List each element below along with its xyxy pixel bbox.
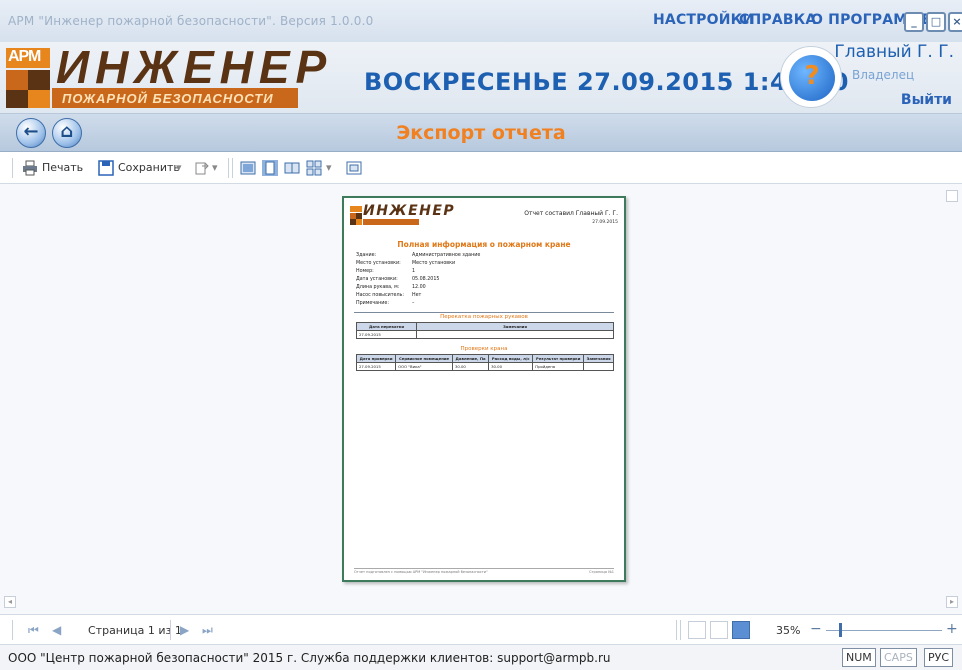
minimize-button[interactable]: _ xyxy=(904,12,924,32)
logo-arm: АРМ xyxy=(8,48,41,65)
status-bar: ООО "Центр пожарной безопасности" 2015 г… xyxy=(0,645,962,670)
last-page-button[interactable]: ⏭ xyxy=(202,623,213,638)
zoom-slider-track[interactable] xyxy=(826,630,942,631)
save-icon[interactable] xyxy=(98,160,114,176)
report-footer: Отчет подготовлен с помощью АРМ "Инженер… xyxy=(354,568,614,574)
question-icon: ? xyxy=(789,55,835,101)
language-indicator: РУС xyxy=(924,648,954,667)
zoom-out-button[interactable]: − xyxy=(810,621,822,637)
toolbar-grip xyxy=(12,158,13,178)
user-role: Владелец xyxy=(852,68,915,82)
back-button[interactable]: ← xyxy=(16,118,46,148)
hose-rolling-table: Дата перекатки Замечания 27.09.2015 xyxy=(356,322,614,339)
print-button[interactable]: Печать xyxy=(42,161,83,174)
field-row: Насос повыситель: Нет xyxy=(356,293,422,298)
logo-title: ИНЖЕНЕР xyxy=(56,41,333,93)
multi-page-dropdown-arrow[interactable]: ▾ xyxy=(326,161,332,174)
two-pages-icon[interactable] xyxy=(284,160,300,176)
status-text: ООО "Центр пожарной безопасности" 2015 г… xyxy=(8,651,611,665)
zoom-whole-page-button[interactable] xyxy=(710,621,728,639)
zoom-level: 35% xyxy=(776,624,801,637)
fullscreen-icon[interactable] xyxy=(346,160,362,176)
maximize-button[interactable]: □ xyxy=(926,12,946,32)
scroll-up-button[interactable] xyxy=(946,190,958,202)
report-date: 27.09.2015 xyxy=(592,220,618,225)
next-page-button[interactable]: ▶ xyxy=(180,623,189,637)
menu-help[interactable]: СПРАВКА xyxy=(739,12,816,28)
page-indicator: Страница 1 из 1 xyxy=(88,624,182,637)
nav-bar: Экспорт отчета ← ⌂ xyxy=(0,114,962,152)
report-fields: Здание: Административное здание Место уст… xyxy=(356,252,480,308)
app-header: АРМ ИНЖЕНЕР ПОЖАРНОЙ БЕЗОПАСНОСТИ ВОСКРЕ… xyxy=(0,41,962,114)
single-page-icon[interactable] xyxy=(262,160,278,176)
scroll-right-button[interactable]: ▸ xyxy=(946,596,958,608)
pager-grip xyxy=(12,620,13,640)
toolbar-separator xyxy=(228,158,229,178)
current-datetime: ВОСКРЕСЕНЬЕ 27.09.2015 1:48:50 xyxy=(364,68,849,96)
crane-checks-table: Дата проверки Сервисное помещение Давлен… xyxy=(355,354,614,371)
report-page: ИНЖЕНЕР Отчет составил Главный Г. Г. 27.… xyxy=(342,196,626,582)
logout-link[interactable]: Выйти xyxy=(901,92,952,108)
export-dropdown-arrow[interactable]: ▾ xyxy=(212,161,218,174)
field-row: Место установки: Место установки xyxy=(356,261,456,266)
pager-separator xyxy=(676,620,677,640)
field-row: Длина рукава, м: 12.00 xyxy=(356,285,426,290)
save-dropdown-arrow[interactable]: ▾ xyxy=(176,161,182,174)
report-logo-title: ИНЖЕНЕР xyxy=(363,203,456,219)
arrow-left-icon: ← xyxy=(23,121,39,142)
user-name: Главный Г. Г. xyxy=(834,42,954,62)
window-title: АРМ "Инженер пожарной безопасности". Вер… xyxy=(8,14,374,28)
home-button[interactable]: ⌂ xyxy=(52,118,82,148)
save-button[interactable]: Сохранить xyxy=(118,161,180,174)
pager-bar: ⏮ ◀ Страница 1 из 1 ▶ ⏭ 35% − + xyxy=(0,615,962,645)
field-row: Номер: 1 xyxy=(356,269,416,274)
page-layout-icon[interactable] xyxy=(240,160,256,176)
num-lock-indicator: NUM xyxy=(842,648,876,667)
help-button[interactable]: ? xyxy=(780,46,842,108)
pager-separator xyxy=(170,620,171,640)
multi-page-icon[interactable] xyxy=(306,160,322,176)
field-row: Дата установки: 05.08.2015 xyxy=(356,277,440,282)
report-toolbar: Печать Сохранить ▾ ▾ ▾ xyxy=(0,152,962,184)
zoom-multi-page-button[interactable] xyxy=(732,621,750,639)
report-logo: ИНЖЕНЕР xyxy=(350,203,454,229)
close-button[interactable]: × xyxy=(948,12,962,32)
zoom-slider-thumb[interactable] xyxy=(838,623,842,637)
scroll-left-button[interactable]: ◂ xyxy=(4,596,16,608)
report-author: Отчет составил Главный Г. Г. xyxy=(524,210,618,217)
logo-subtitle: ПОЖАРНОЙ БЕЗОПАСНОСТИ xyxy=(62,91,274,106)
report-footer-left: Отчет подготовлен с помощью АРМ "Инженер… xyxy=(354,570,488,574)
field-row: Примечание: – xyxy=(356,301,415,306)
field-row: Здание: Административное здание xyxy=(356,253,481,258)
printer-icon[interactable] xyxy=(22,160,38,176)
report-title: Полная информация о пожарном кране xyxy=(397,240,571,249)
report-footer-page: Страница №1 xyxy=(589,570,614,574)
zoom-page-width-button[interactable] xyxy=(688,621,706,639)
first-page-button[interactable]: ⏮ xyxy=(28,623,39,638)
page-title: Экспорт отчета xyxy=(396,122,566,144)
prev-page-button[interactable]: ◀ xyxy=(52,623,61,637)
section-crane-checks: Проверки крана xyxy=(460,346,508,352)
app-logo: АРМ ИНЖЕНЕР ПОЖАРНОЙ БЕЗОПАСНОСТИ xyxy=(6,41,326,110)
section-hose-rolling: Перекатка пожарных рукавов xyxy=(440,314,528,320)
report-viewer[interactable]: ◂ ▸ ИНЖЕНЕР Отчет составил Главный Г. Г.… xyxy=(0,184,962,615)
title-bar: АРМ "Инженер пожарной безопасности". Вер… xyxy=(0,0,962,42)
section-divider xyxy=(354,312,614,313)
caps-lock-indicator: CAPS xyxy=(880,648,917,667)
toolbar-separator xyxy=(232,158,233,178)
pager-separator xyxy=(680,620,681,640)
zoom-in-button[interactable]: + xyxy=(946,621,958,637)
home-icon: ⌂ xyxy=(60,121,74,142)
export-icon[interactable] xyxy=(194,160,210,176)
